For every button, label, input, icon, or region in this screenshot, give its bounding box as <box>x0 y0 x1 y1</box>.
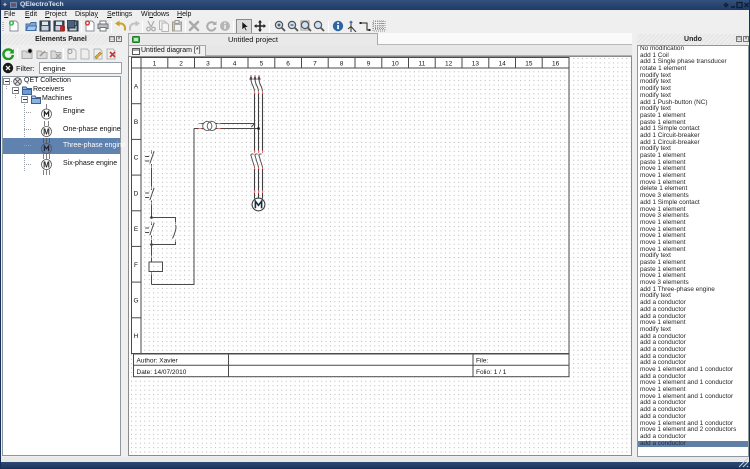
svg-text:10: 10 <box>391 61 399 68</box>
svg-text:G: G <box>133 298 138 305</box>
svg-text:M: M <box>43 127 50 136</box>
svg-text:16: 16 <box>552 61 560 68</box>
svg-text:D: D <box>134 190 139 197</box>
svg-text:9: 9 <box>367 61 371 68</box>
svg-text:6: 6 <box>286 61 290 68</box>
svg-text:Date: 14/07/2010: Date: 14/07/2010 <box>137 369 187 376</box>
svg-text:1: 1 <box>153 61 157 68</box>
svg-text:A: A <box>134 83 139 90</box>
svg-text:B: B <box>134 119 138 126</box>
svg-text:2: 2 <box>179 61 183 68</box>
svg-text:Folio: 1 / 1: Folio: 1 / 1 <box>476 369 507 376</box>
svg-text:15: 15 <box>525 61 533 68</box>
svg-text:Author: Xavier: Author: Xavier <box>137 358 179 365</box>
svg-text:11: 11 <box>419 61 426 68</box>
svg-text:File:: File: <box>476 358 488 365</box>
svg-text:4: 4 <box>233 61 237 68</box>
svg-text:E: E <box>134 226 139 233</box>
svg-text:12: 12 <box>445 61 453 68</box>
svg-text:C: C <box>134 155 139 162</box>
svg-text:3: 3 <box>206 61 210 68</box>
svg-text:H: H <box>134 333 139 340</box>
svg-text:F: F <box>134 262 138 269</box>
svg-text:7: 7 <box>313 61 317 68</box>
svg-text:M: M <box>43 161 50 170</box>
svg-text:13: 13 <box>472 61 480 68</box>
svg-text:5: 5 <box>260 61 264 68</box>
svg-text:14: 14 <box>498 61 506 68</box>
svg-text:8: 8 <box>340 61 344 68</box>
